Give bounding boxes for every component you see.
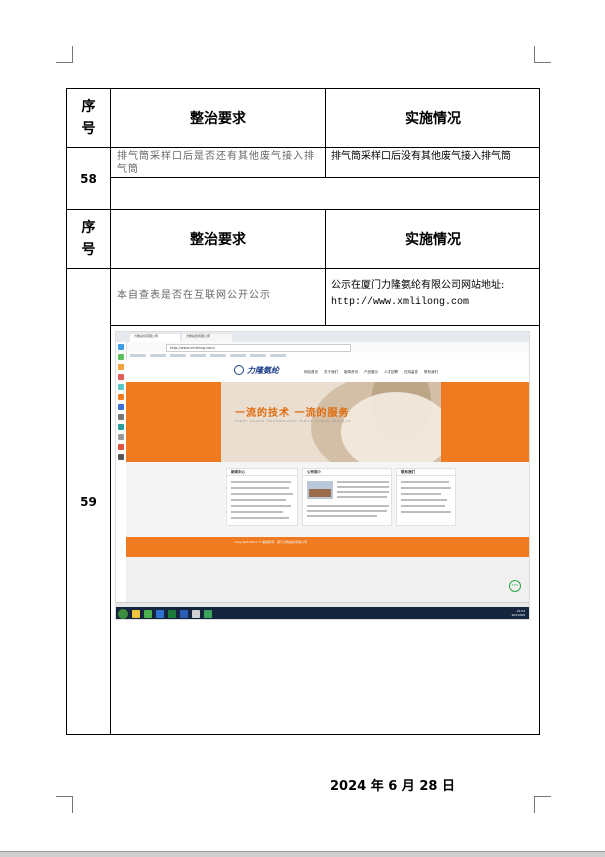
taskbar-app-icon (192, 610, 200, 618)
document-date: 2024 年 6 月 28 日 (330, 779, 455, 794)
page-corner-mark (534, 46, 551, 63)
header-serial-number: 序 号 (81, 99, 96, 137)
sidebar-app-icon (118, 404, 124, 410)
taskbar-app-icon (180, 610, 188, 618)
taskbar-app-icon (204, 610, 212, 618)
taskbar-app-icon (156, 610, 164, 618)
taskbar-app-icon (132, 610, 140, 618)
site-nav-item: 网站首页 (304, 370, 318, 374)
table-rule (67, 147, 539, 148)
site-content: 新闻中心 公司简介 联系我们 (126, 462, 529, 537)
sidebar-app-icon (118, 384, 124, 390)
sidebar-app-icon (118, 374, 124, 380)
sidebar-app-icon (118, 424, 124, 430)
panel-title: 联系我们 (397, 469, 455, 476)
site-nav-item: 关于我们 (324, 370, 338, 374)
table-rule (110, 177, 539, 178)
clock-date: 2021/8/6 (511, 613, 525, 617)
sidebar-app-icon (118, 414, 124, 420)
company-intro-panel: 公司简介 (302, 468, 392, 526)
site-footer: Copyright 2021 © 版权所有：厦门力隆氨纶有限公司 (126, 537, 529, 557)
website-url: http://www.xmlilong.com (331, 297, 470, 308)
header-implementation: 实施情况 (405, 232, 461, 248)
page-corner-mark (56, 46, 73, 63)
site-nav-item: 在线留言 (404, 370, 418, 374)
sidebar-app-icon (118, 434, 124, 440)
browser-tab: 力隆氨纶有限公司 (130, 334, 180, 342)
site-nav-item: 产品展示 (364, 370, 378, 374)
footer-copyright: Copyright 2021 © 版权所有：厦门力隆氨纶有限公司 (234, 540, 308, 544)
page-corner-mark (534, 796, 551, 813)
header-requirement: 整治要求 (190, 232, 246, 248)
taskbar-app-icon (144, 610, 152, 618)
row-number: 59 (80, 495, 97, 509)
banner-slogan: 一流的技术 一流的服务 (235, 408, 350, 419)
taskbar-app-icon (168, 610, 176, 618)
company-logo-icon (234, 365, 244, 375)
page-corner-mark (56, 796, 73, 813)
table-rule (67, 268, 539, 269)
site-nav-item: 联系我们 (424, 370, 438, 374)
implementation-text: 公示在厦门力隆氨纶有限公司网站地址: (331, 280, 505, 291)
implementation-text: 排气筒采样口后没有其他废气接入排气筒 (331, 151, 511, 162)
site-banner: 一流的技术 一流的服务 FIRST CLASS TECHNOLOGY FIRST… (126, 382, 529, 462)
sidebar-app-icon (118, 444, 124, 450)
site-header: 力隆氨纶 网站首页 关于我们 新闻资讯 产品展示 人才招聘 在线留言 联系我们 (126, 360, 529, 383)
company-logo-text: 力隆氨纶 (247, 366, 279, 375)
table-rule (110, 325, 539, 326)
page-bottom-strip (0, 851, 605, 857)
sidebar-app-icon (118, 454, 124, 460)
start-button-icon (118, 609, 128, 619)
panel-title: 新闻中心 (227, 469, 297, 476)
address-field: http://www.xmlilong.com/ (166, 344, 351, 352)
sidebar-app-icon (118, 344, 124, 350)
company-photo (307, 481, 333, 499)
row-number: 58 (80, 171, 97, 186)
requirement-text: 排气筒采样口后是否还有其他废气接入排气筒 (117, 151, 315, 175)
sidebar-app-icon (118, 354, 124, 360)
taskbar-clock: 14:54 2021/8/6 (512, 609, 525, 617)
table-rule (110, 89, 111, 735)
header-implementation: 实施情况 (405, 111, 461, 127)
sidebar-app-icon (118, 394, 124, 400)
site-nav-item: 人才招聘 (384, 370, 398, 374)
sidebar-app-icon (118, 364, 124, 370)
contact-panel: 联系我们 (396, 468, 456, 526)
header-requirement: 整治要求 (190, 111, 246, 127)
speed-badge: 72% (509, 580, 521, 592)
panel-title: 公司简介 (303, 469, 391, 476)
windows-taskbar: 14:54 2021/8/6 (116, 607, 529, 619)
banner-slogan-sub: FIRST CLASS TECHNOLOGY FIRST CLASS SERVI… (235, 419, 352, 423)
browser-tab-bar: 力隆氨纶有限公司 力隆氨纶有限公司 (116, 332, 529, 342)
header-serial-number: 序 号 (81, 220, 96, 258)
browser-tab: 力隆氨纶有限公司 (182, 334, 232, 342)
website-screenshot: 力隆氨纶有限公司 力隆氨纶有限公司 http://www.xmlilong.co… (115, 331, 530, 620)
requirement-text: 本自查表是否在互联网公开公示 (117, 290, 271, 301)
news-panel: 新闻中心 (226, 468, 298, 526)
site-nav-item: 新闻资讯 (344, 370, 358, 374)
page-empty-area (126, 557, 529, 602)
